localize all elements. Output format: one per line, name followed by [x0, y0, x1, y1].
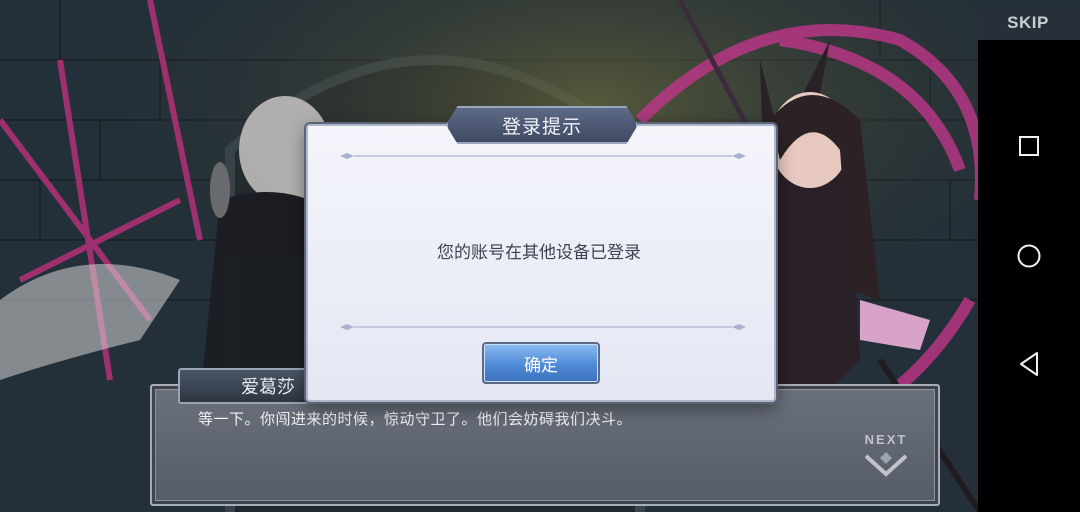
home-circle-icon[interactable] [978, 226, 1080, 286]
dialogue-text: 等一下。你闯进来的时候，惊动守卫了。他们会妨碍我们决斗。 [198, 410, 633, 428]
divider-top [340, 153, 746, 159]
game-screen: SKIP 爱葛莎 等一下。你闯进来的时候，惊动守卫了。他们会妨碍我们决斗。 NE… [0, 0, 1080, 512]
back-triangle-icon[interactable] [978, 334, 1080, 394]
next-indicator[interactable]: NEXT [858, 432, 914, 482]
confirm-button[interactable]: 确定 [482, 342, 600, 384]
recents-square-icon[interactable] [978, 116, 1080, 176]
divider-bottom [340, 324, 746, 330]
dialog-title: 登录提示 [446, 106, 638, 144]
dialog-message: 您的账号在其他设备已登录 [437, 243, 641, 263]
skip-button[interactable]: SKIP [978, 6, 1078, 40]
chevron-down-icon [864, 452, 908, 477]
system-nav-bar [978, 40, 1080, 512]
